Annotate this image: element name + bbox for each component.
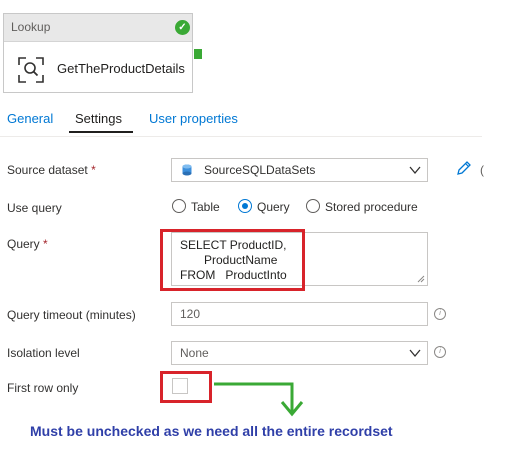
radio-stored-procedure[interactable] <box>306 199 320 213</box>
source-dataset-label: Source dataset * <box>7 163 96 177</box>
output-connector-handle[interactable] <box>194 49 202 59</box>
checkbox-highlight-box <box>160 371 212 403</box>
activity-card-header: Lookup ✓ <box>4 14 192 42</box>
tab-settings[interactable]: Settings <box>75 111 122 126</box>
edit-pencil-icon[interactable] <box>456 160 472 176</box>
sql-database-icon <box>182 164 192 176</box>
activity-type-label: Lookup <box>11 20 51 34</box>
info-icon[interactable]: i <box>434 308 446 320</box>
lookup-activity-card[interactable]: Lookup ✓ GetTheProductDetails <box>3 13 193 93</box>
query-timeout-label: Query timeout (minutes) <box>7 308 136 322</box>
radio-query[interactable] <box>238 199 252 213</box>
tab-general[interactable]: General <box>7 111 53 126</box>
first-row-only-label: First row only <box>7 381 79 395</box>
chevron-down-icon <box>409 166 421 175</box>
radio-query-label: Query <box>257 200 290 214</box>
source-dataset-select[interactable]: SourceSQLDataSets <box>171 158 428 182</box>
resize-grip-icon[interactable] <box>417 275 425 283</box>
query-timeout-value: 120 <box>180 307 201 321</box>
tab-user-properties[interactable]: User properties <box>149 111 238 126</box>
annotation-note: Must be unchecked as we need all the ent… <box>30 423 393 439</box>
info-icon[interactable]: i <box>434 346 446 358</box>
query-highlight-box <box>160 229 305 291</box>
radio-table[interactable] <box>172 199 186 213</box>
radio-table-label: Table <box>191 200 220 214</box>
chevron-down-icon <box>409 349 421 358</box>
checkmark-circle-icon: ✓ <box>175 20 190 35</box>
lookup-search-icon <box>18 57 44 83</box>
query-label: Query * <box>7 237 48 251</box>
isolation-level-label: Isolation level <box>7 346 80 360</box>
annotation-arrow-icon <box>214 382 304 417</box>
new-dataset-button-edge[interactable]: ( <box>480 163 484 177</box>
isolation-level-value: None <box>180 346 209 360</box>
tab-divider <box>0 136 482 137</box>
use-query-label: Use query <box>7 201 62 215</box>
query-timeout-input[interactable]: 120 <box>171 302 428 326</box>
activity-name: GetTheProductDetails <box>57 61 185 76</box>
active-tab-indicator <box>69 131 133 133</box>
isolation-level-select[interactable]: None <box>171 341 428 365</box>
radio-stored-procedure-label: Stored procedure <box>325 200 418 214</box>
source-dataset-value: SourceSQLDataSets <box>204 163 316 177</box>
